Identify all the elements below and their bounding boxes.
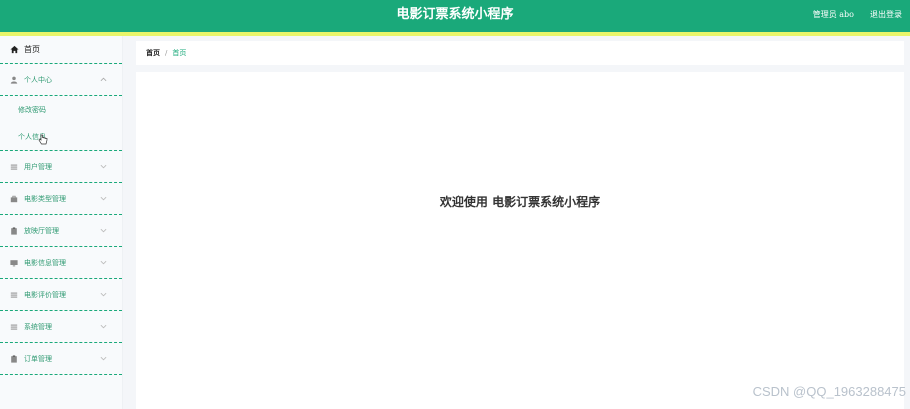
sidebar-item-movie-type-management[interactable]: 电影类型管理 [0,183,122,215]
current-user-label: 管理员 abo [812,10,854,19]
chevron-down-icon [99,354,108,363]
header-accent-strip [0,32,910,36]
sidebar-item-label: 个人中心 [24,75,52,84]
user-icon [9,75,19,85]
breadcrumb-home-link[interactable]: 首页 [146,48,160,58]
chevron-down-icon [99,194,108,203]
chevron-down-icon [99,162,108,171]
sidebar-item-movie-info-management[interactable]: 电影信息管理 [0,247,122,279]
personal-center-submenu: 修改密码 个人信息 [0,96,122,151]
sidebar-item-label: 电影类型管理 [24,194,66,203]
chevron-down-icon [99,226,108,235]
sidebar-item-order-management[interactable]: 订单管理 [0,343,122,375]
sidebar-item-label: 放映厅管理 [24,226,59,235]
hand-pointer-icon [38,131,48,145]
sidebar-item-personal-center[interactable]: 个人中心 [0,64,122,96]
list-icon [9,290,19,300]
app-title: 电影订票系统小程序 [396,7,514,22]
csdn-watermark: CSDN @QQ_1963288475 [752,384,906,399]
sidebar-item-label: 电影评价管理 [24,290,66,299]
breadcrumb-current: 首页 [172,49,187,57]
submenu-item-personal-info[interactable]: 个人信息 [0,123,122,150]
sidebar-item-label: 用户管理 [24,162,52,171]
clipboard-icon [9,226,19,236]
chevron-up-icon [99,75,108,84]
list-icon [9,322,19,332]
sidebar-item-label: 系统管理 [24,322,52,331]
chevron-down-icon [99,290,108,299]
sidebar-item-movie-review-management[interactable]: 电影评价管理 [0,279,122,311]
sidebar-item-label: 首页 [24,45,40,54]
sidebar-item-user-management[interactable]: 用户管理 [0,151,122,183]
chevron-down-icon [99,322,108,331]
submenu-item-change-password[interactable]: 修改密码 [0,96,122,123]
welcome-message: 欢迎使用 电影订票系统小程序 [439,195,601,209]
home-icon [9,45,19,55]
briefcase-icon [9,194,19,204]
sidebar-item-label: 电影信息管理 [24,258,66,267]
sidebar-nav: 首页 个人中心 修改密码 个人信息 用户管理 电影类型管理 放映厅管理 电影信息… [0,36,123,409]
sidebar-item-system-management[interactable]: 系统管理 [0,311,122,343]
breadcrumb-separator: / [165,49,168,57]
list-icon [9,162,19,172]
main-content-panel: 欢迎使用 电影订票系统小程序 [136,72,904,409]
sidebar-item-hall-management[interactable]: 放映厅管理 [0,215,122,247]
monitor-icon [9,258,19,268]
breadcrumb: 首页 / 首页 [136,41,904,65]
clipboard-icon [9,354,19,364]
logout-link[interactable]: 退出登录 [870,9,902,20]
sidebar-item-home[interactable]: 首页 [0,36,122,64]
chevron-down-icon [99,258,108,267]
sidebar-item-label: 订单管理 [24,354,52,363]
